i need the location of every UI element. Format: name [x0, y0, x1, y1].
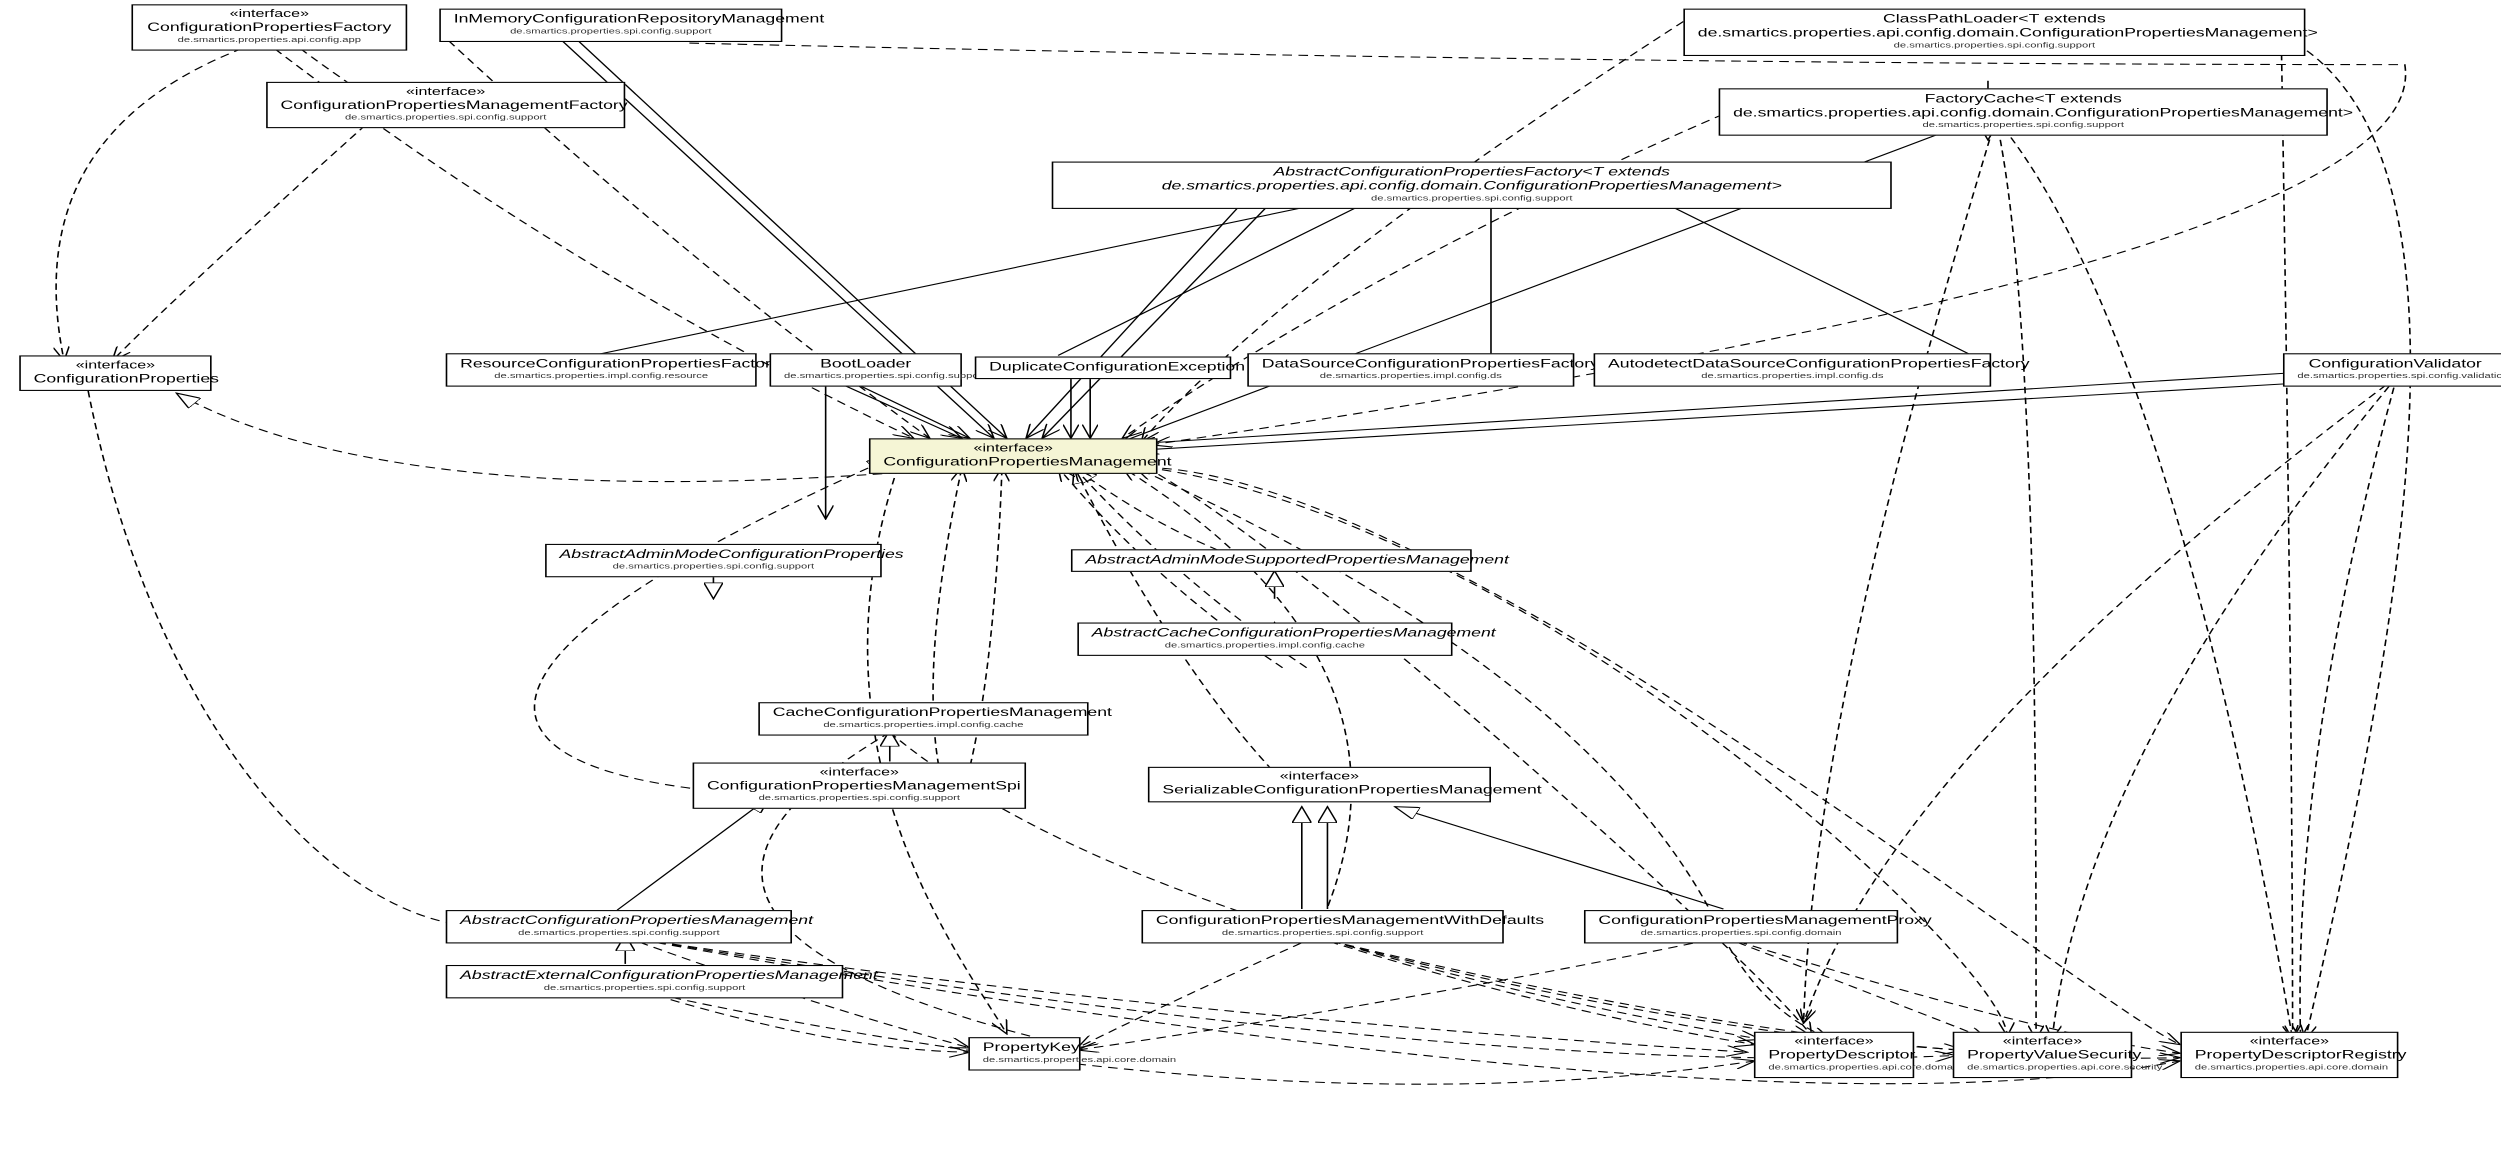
package-label: de.smartics.properties.spi.config.suppor… — [784, 373, 948, 382]
class-name: ConfigurationPropertiesManagementProxy — [1598, 914, 1883, 928]
node-autodetect-ds-cpf: AutodetectDataSourceConfigurationPropert… — [1594, 353, 1992, 386]
class-name: CacheConfigurationPropertiesManagement — [773, 707, 1074, 721]
node-configuration-validator: ConfigurationValidator de.smartics.prope… — [2283, 353, 2501, 386]
package-label: de.smartics.properties.spi.config.suppor… — [1156, 930, 1489, 939]
node-abs-ext-cpm: AbstractExternalConfigurationPropertiesM… — [446, 965, 844, 998]
class-name: ConfigurationPropertiesManagementFactory — [281, 99, 611, 113]
class-name: DataSourceConfigurationPropertiesFactory — [1262, 358, 1560, 372]
node-cpm-with-defaults: ConfigurationPropertiesManagementWithDef… — [1141, 910, 1503, 943]
package-label: de.smartics.properties.spi.config.suppor… — [1733, 122, 2313, 131]
class-name: ConfigurationPropertiesManagement — [883, 456, 1143, 470]
stereotype-label: «interface» — [281, 86, 611, 99]
node-abs-admin-mode-supported-props-mgmt: AbstractAdminModeSupportedPropertiesMana… — [1071, 549, 1472, 572]
node-abs-admin-mode-config-props: AbstractAdminModeConfigurationProperties… — [545, 544, 882, 577]
node-ds-cpf: DataSourceConfigurationPropertiesFactory… — [1247, 353, 1574, 386]
stereotype-label: «interface» — [2195, 1036, 2384, 1049]
stereotype-label: «interface» — [883, 443, 1143, 456]
class-name: PropertyKey — [983, 1041, 1066, 1055]
class-name: AbstractConfigurationPropertiesFactory<T… — [1066, 166, 1877, 194]
node-property-key: PropertyKey de.smartics.properties.api.c… — [968, 1037, 1080, 1070]
class-name: ConfigurationPropertiesFactory — [146, 22, 393, 36]
class-name: AbstractExternalConfigurationPropertiesM… — [460, 969, 829, 983]
class-name: ConfigurationProperties — [34, 373, 198, 387]
node-property-descriptor-registry: «interface» PropertyDescriptorRegistry d… — [2180, 1032, 2398, 1078]
package-label: de.smartics.properties.spi.config.suppor… — [1066, 195, 1877, 204]
class-name: PropertyValueSecurity — [1967, 1049, 2118, 1063]
class-name: InMemoryConfigurationRepositoryManagemen… — [454, 13, 768, 27]
package-label: de.smartics.properties.spi.config.suppor… — [560, 563, 868, 572]
class-name: PropertyDescriptorRegistry — [2195, 1049, 2384, 1063]
package-label: de.smartics.properties.spi.config.suppor… — [460, 930, 777, 939]
stereotype-label: «interface» — [146, 9, 393, 22]
node-boot-loader: BootLoader de.smartics.properties.spi.co… — [770, 353, 962, 386]
package-label: de.smartics.properties.spi.config.suppor… — [281, 114, 611, 123]
class-name: PropertyDescriptor — [1768, 1049, 1899, 1063]
package-label: de.smartics.properties.spi.config.suppor… — [1698, 42, 2291, 51]
node-abs-config-props-mgmt: AbstractConfigurationPropertiesManagemen… — [446, 910, 792, 943]
class-name: SerializableConfigurationPropertiesManag… — [1162, 784, 1476, 798]
node-configuration-properties: «interface» ConfigurationProperties — [19, 355, 211, 391]
class-name: ClassPathLoader<T extends de.smartics.pr… — [1698, 13, 2291, 41]
class-name: AbstractConfigurationPropertiesManagemen… — [460, 914, 777, 928]
package-label: de.smartics.properties.impl.config.cache — [773, 722, 1074, 731]
package-label: de.smartics.properties.api.core.domain — [983, 1057, 1066, 1066]
class-name: ConfigurationValidator — [2297, 358, 2493, 372]
stereotype-label: «interface» — [1162, 771, 1476, 784]
node-abstract-config-props-factory: AbstractConfigurationPropertiesFactory<T… — [1052, 162, 1892, 209]
package-label: de.smartics.properties.spi.config.domain — [1598, 930, 1883, 939]
class-name: DuplicateConfigurationException — [989, 361, 1217, 375]
package-label: de.smartics.properties.api.core.domain — [1768, 1064, 1899, 1073]
stereotype-label: «interface» — [707, 767, 1012, 780]
node-factory-cache: FactoryCache<T extends de.smartics.prope… — [1719, 88, 2328, 135]
class-name: AbstractCacheConfigurationPropertiesMana… — [1092, 627, 1438, 641]
node-cpm-proxy: ConfigurationPropertiesManagementProxy d… — [1584, 910, 1898, 943]
package-label: de.smartics.properties.api.config.app — [146, 37, 393, 46]
package-label: de.smartics.properties.spi.config.suppor… — [707, 795, 1012, 804]
package-label: de.smartics.properties.spi.config.suppor… — [454, 28, 768, 37]
class-name: BootLoader — [784, 358, 948, 372]
node-property-value-security: «interface» PropertyValueSecurity de.sma… — [1953, 1032, 2133, 1078]
node-config-props-mgmt-spi: «interface» ConfigurationPropertiesManag… — [693, 763, 1026, 809]
class-name: ConfigurationPropertiesManagementSpi — [707, 780, 1012, 794]
class-name: AbstractAdminModeSupportedPropertiesMana… — [1085, 554, 1457, 568]
node-config-properties-mgmt: «interface» ConfigurationPropertiesManag… — [869, 438, 1158, 474]
node-config-props-mgmt-factory: «interface» ConfigurationPropertiesManag… — [266, 82, 625, 128]
package-label: de.smartics.properties.spi.config.valida… — [2297, 373, 2493, 382]
package-label: de.smartics.properties.spi.config.suppor… — [460, 985, 829, 994]
package-label: de.smartics.properties.impl.config.resou… — [460, 373, 742, 382]
package-label: de.smartics.properties.api.core.security — [1967, 1064, 2118, 1073]
stereotype-label: «interface» — [34, 360, 198, 373]
class-name: FactoryCache<T extends de.smartics.prope… — [1733, 93, 2313, 121]
node-classpath-loader: ClassPathLoader<T extends de.smartics.pr… — [1683, 9, 2305, 56]
class-name: AutodetectDataSourceConfigurationPropert… — [1608, 358, 1977, 372]
package-label: de.smartics.properties.api.core.domain — [2195, 1064, 2384, 1073]
node-abs-cache-config-props-mgmt: AbstractCacheConfigurationPropertiesMana… — [1077, 623, 1452, 656]
node-cache-config-props-mgmt: CacheConfigurationPropertiesManagement d… — [758, 702, 1088, 735]
node-serializable-cpm: «interface» SerializableConfigurationPro… — [1148, 767, 1491, 803]
stereotype-label: «interface» — [1768, 1036, 1899, 1049]
node-duplicate-config-exception: DuplicateConfigurationException — [975, 356, 1232, 379]
class-name: AbstractAdminModeConfigurationProperties — [560, 548, 868, 562]
node-config-properties-factory: «interface» ConfigurationPropertiesFacto… — [131, 4, 407, 50]
node-resource-cpf: ResourceConfigurationPropertiesFactory d… — [446, 353, 757, 386]
stereotype-label: «interface» — [1967, 1036, 2118, 1049]
package-label: de.smartics.properties.impl.config.cache — [1092, 642, 1438, 651]
package-label: de.smartics.properties.impl.config.ds — [1262, 373, 1560, 382]
package-label: de.smartics.properties.impl.config.ds — [1608, 373, 1977, 382]
class-name: ConfigurationPropertiesManagementWithDef… — [1156, 914, 1489, 928]
node-property-descriptor: «interface» PropertyDescriptor de.smarti… — [1754, 1032, 1914, 1078]
class-name: ResourceConfigurationPropertiesFactory — [460, 358, 742, 372]
node-inmemory-config-repo-mgmt: InMemoryConfigurationRepositoryManagemen… — [439, 9, 782, 42]
